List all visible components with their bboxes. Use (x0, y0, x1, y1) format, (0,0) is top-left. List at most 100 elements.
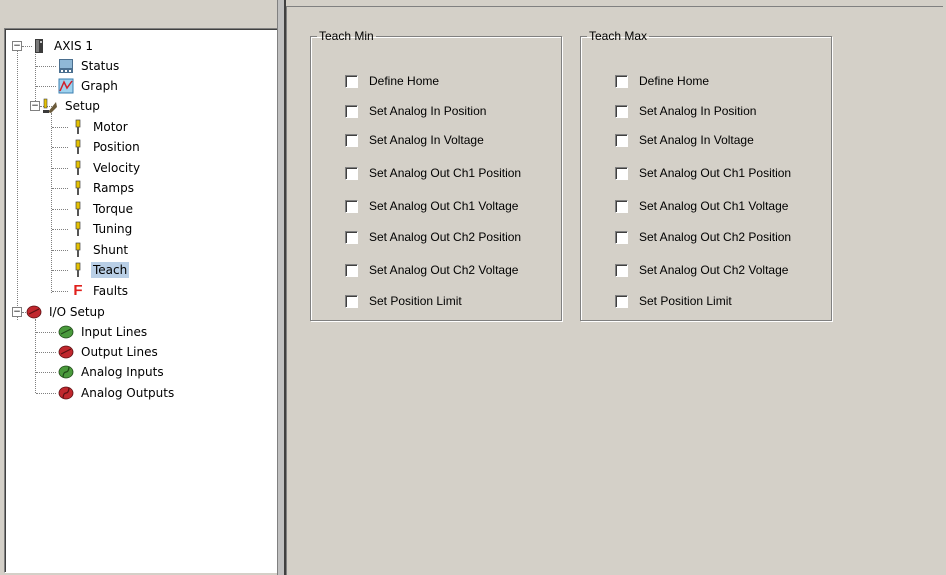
tree-node-label: Motor (93, 120, 128, 134)
tree-node-label: Setup (65, 99, 100, 113)
teach-max-define-home-checkbox[interactable]: Define Home (615, 74, 709, 88)
checkbox-box[interactable] (615, 133, 628, 147)
checkbox-label: Set Analog Out Ch2 Position (639, 230, 792, 244)
tree-connector (52, 127, 68, 128)
tree-node-position[interactable]: Position (70, 137, 142, 157)
io-icon (58, 364, 74, 380)
teach-max-set-analog-out-ch2-position-checkbox[interactable]: Set Analog Out Ch2 Position (615, 230, 791, 244)
tree-node-torque[interactable]: Torque (70, 199, 135, 219)
teach-min-define-home-checkbox[interactable]: Define Home (345, 74, 439, 88)
tree-connector (36, 332, 56, 333)
teach-min-set-analog-out-ch2-position-checkbox[interactable]: Set Analog Out Ch2 Position (345, 230, 521, 244)
collapse-axis-button[interactable]: − (12, 41, 22, 51)
tree-node-output-lines[interactable]: Output Lines (58, 342, 160, 362)
tree-node-label: Torque (93, 202, 133, 216)
checkbox-box[interactable] (345, 230, 358, 244)
checkbox-box[interactable] (615, 263, 628, 277)
tree-node-analog-outputs[interactable]: Analog Outputs (58, 383, 176, 403)
tree-node-faults[interactable]: F Faults (70, 281, 130, 301)
tree-node-graph[interactable]: Graph (58, 76, 120, 96)
tree-node-teach[interactable]: Teach (70, 260, 130, 280)
collapse-setup-button[interactable]: − (30, 101, 40, 111)
checkbox-box[interactable] (615, 166, 628, 180)
teach-max-set-position-limit-checkbox[interactable]: Set Position Limit (615, 294, 732, 308)
tree-connector (17, 46, 18, 320)
checkbox-box[interactable] (615, 74, 628, 88)
fault-icon: F (73, 282, 83, 299)
tree-node-label: Graph (81, 79, 118, 93)
application-window: − − − AXIS 1 Status Graph Setup Motor Po… (0, 0, 946, 575)
checkbox-box[interactable] (345, 166, 358, 180)
parameter-icon (70, 242, 86, 258)
teach-min-set-analog-out-ch2-voltage-checkbox[interactable]: Set Analog Out Ch2 Voltage (345, 263, 518, 277)
teach-max-set-analog-out-ch1-position-checkbox[interactable]: Set Analog Out Ch1 Position (615, 166, 791, 180)
parameter-icon (70, 160, 86, 176)
parameter-icon (70, 139, 86, 155)
tree-node-label: Input Lines (81, 325, 148, 339)
checkbox-label: Set Position Limit (639, 294, 732, 308)
tree-node-status[interactable]: Status (58, 56, 121, 76)
collapse-io-setup-button[interactable]: − (12, 307, 22, 317)
checkbox-box[interactable] (345, 104, 358, 118)
tree-node-setup[interactable]: Setup (42, 96, 102, 116)
checkbox-label: Set Analog Out Ch2 Voltage (369, 263, 519, 277)
teach-max-set-analog-in-position-checkbox[interactable]: Set Analog In Position (615, 104, 756, 118)
checkbox-box[interactable] (345, 74, 358, 88)
teach-max-group: Teach Max Define Home Set Analog In Posi… (580, 29, 832, 321)
checkbox-box[interactable] (615, 199, 628, 213)
teach-max-set-analog-out-ch2-voltage-checkbox[interactable]: Set Analog Out Ch2 Voltage (615, 263, 788, 277)
teach-min-set-analog-in-position-checkbox[interactable]: Set Analog In Position (345, 104, 486, 118)
tree-node-label: Tuning (93, 222, 133, 236)
checkbox-box[interactable] (615, 104, 628, 118)
tree-node-io-setup[interactable]: I/O Setup (26, 302, 107, 322)
checkbox-box[interactable] (345, 263, 358, 277)
parameter-icon (70, 221, 86, 237)
checkbox-label: Set Position Limit (369, 294, 462, 308)
setup-tools-icon (42, 98, 58, 114)
tree-connector (35, 49, 36, 107)
tree-node-label: Shunt (93, 243, 129, 257)
teach-min-set-analog-out-ch1-voltage-checkbox[interactable]: Set Analog Out Ch1 Voltage (345, 199, 518, 213)
tree-node-label: I/O Setup (49, 305, 105, 319)
checkbox-label: Set Analog In Voltage (369, 133, 484, 147)
tree-node-motor[interactable]: Motor (70, 117, 130, 137)
tree-node-axis-1[interactable]: AXIS 1 (31, 36, 95, 56)
checkbox-box[interactable] (345, 199, 358, 213)
checkbox-box[interactable] (345, 133, 358, 147)
tree-node-ramps[interactable]: Ramps (70, 178, 136, 198)
checkbox-label: Set Analog In Position (639, 104, 757, 118)
parameter-icon (70, 119, 86, 135)
checkbox-box[interactable] (615, 294, 628, 308)
tree-connector (52, 147, 68, 148)
tree-node-analog-inputs[interactable]: Analog Inputs (58, 362, 166, 382)
navigation-tree[interactable]: − − − AXIS 1 Status Graph Setup Motor Po… (4, 28, 278, 573)
checkbox-box[interactable] (615, 230, 628, 244)
tree-node-velocity[interactable]: Velocity (70, 158, 142, 178)
checkbox-box[interactable] (345, 294, 358, 308)
teach-max-set-analog-out-ch1-voltage-checkbox[interactable]: Set Analog Out Ch1 Voltage (615, 199, 788, 213)
tree-header-strip (4, 4, 276, 28)
tree-connector (36, 86, 56, 87)
tree-node-label: Status (81, 59, 120, 73)
teach-min-set-analog-out-ch1-position-checkbox[interactable]: Set Analog Out Ch1 Position (345, 166, 521, 180)
teach-min-set-analog-in-voltage-checkbox[interactable]: Set Analog In Voltage (345, 133, 484, 147)
teach-min-set-position-limit-checkbox[interactable]: Set Position Limit (345, 294, 462, 308)
tree-node-shunt[interactable]: Shunt (70, 240, 130, 260)
panel-splitter[interactable] (277, 0, 286, 575)
io-icon (58, 324, 74, 340)
tree-node-label: AXIS 1 (54, 39, 94, 53)
tree-connector (36, 352, 56, 353)
tree-connector (52, 229, 68, 230)
status-monitor-icon (58, 58, 74, 74)
teach-max-title: Teach Max (589, 29, 648, 43)
tree-node-label: Position (93, 140, 140, 154)
io-icon (58, 344, 74, 360)
parameter-icon (70, 262, 86, 278)
checkbox-label: Define Home (639, 74, 710, 88)
teach-max-set-analog-in-voltage-checkbox[interactable]: Set Analog In Voltage (615, 133, 754, 147)
tree-connector (51, 113, 52, 293)
tree-node-tuning[interactable]: Tuning (70, 219, 134, 239)
tree-node-input-lines[interactable]: Input Lines (58, 322, 149, 342)
checkbox-label: Set Analog Out Ch1 Voltage (369, 199, 519, 213)
tree-node-label: Output Lines (81, 345, 158, 359)
